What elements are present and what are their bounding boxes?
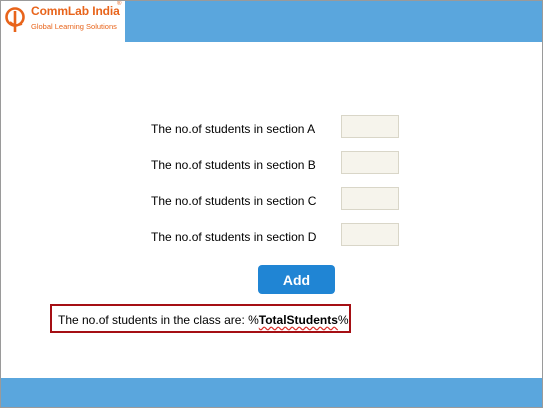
result-prefix: The no.of students in the class are: [58, 313, 249, 327]
section-d-input[interactable] [341, 223, 399, 246]
logo: CommLab India ® Global Learning Solution… [1, 1, 125, 42]
commlab-logo-icon [5, 7, 25, 32]
section-a-label: The no.of students in section A [151, 122, 316, 136]
result-text: The no.of students in the class are: %To… [58, 313, 349, 327]
section-c-input[interactable] [341, 187, 399, 210]
add-button[interactable]: Add [258, 265, 335, 294]
footer-bar [1, 378, 542, 407]
logo-registered-mark: ® [117, 1, 122, 7]
section-d-label: The no.of students in section D [151, 230, 317, 244]
total-students-variable: TotalStudents [258, 313, 338, 327]
result-var-close: % [337, 313, 349, 327]
logo-tagline: Global Learning Solutions [31, 22, 117, 31]
section-b-input[interactable] [341, 151, 399, 174]
section-c-label: The no.of students in section C [151, 194, 317, 208]
result-box: The no.of students in the class are: %To… [50, 304, 351, 333]
logo-name: CommLab India [31, 4, 120, 18]
slide-frame: CommLab India ® Global Learning Solution… [0, 0, 543, 408]
section-b-label: The no.of students in section B [151, 158, 316, 172]
result-var-open: % [248, 313, 259, 327]
section-a-input[interactable] [341, 115, 399, 138]
header-bar: CommLab India ® Global Learning Solution… [1, 1, 542, 42]
